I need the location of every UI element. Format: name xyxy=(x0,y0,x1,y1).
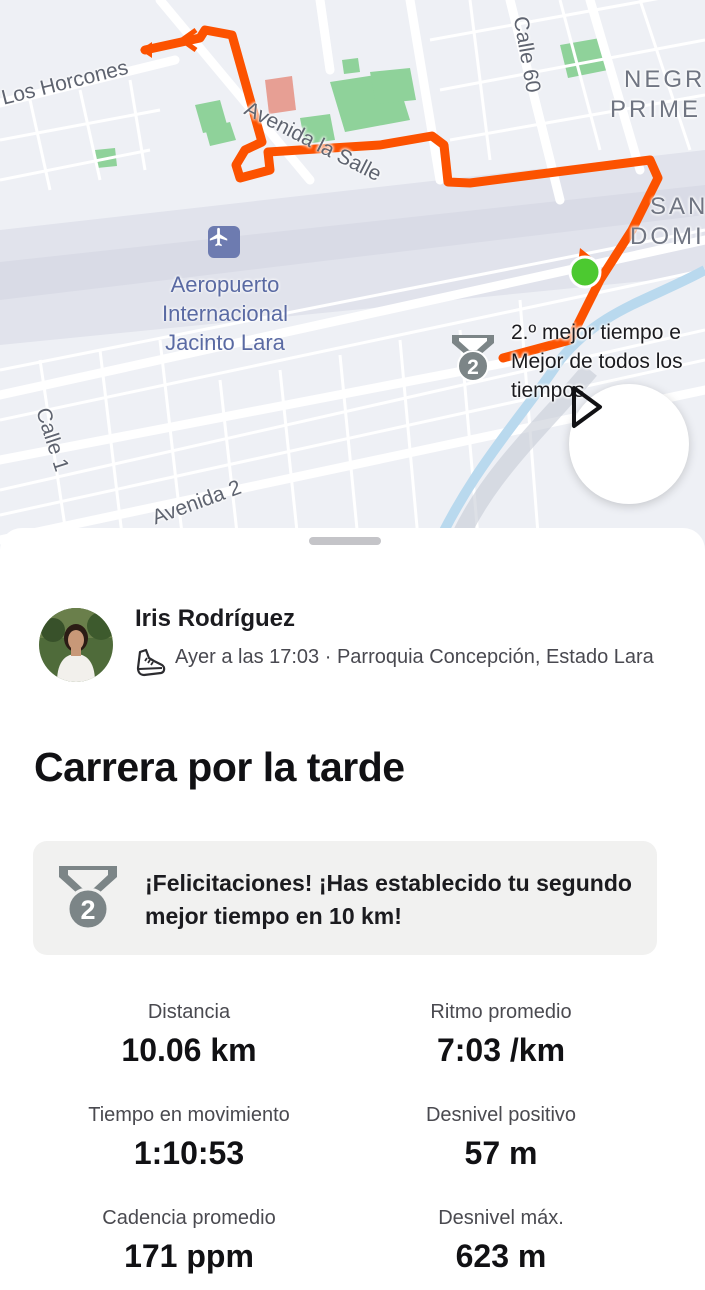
neighborhood-label: NEGR xyxy=(624,66,705,93)
stat-label: Tiempo en movimiento xyxy=(88,1104,290,1126)
stat-moving-time: Tiempo en movimiento 1:10:53 xyxy=(24,1103,354,1173)
activity-title: Carrera por la tarde xyxy=(34,744,405,790)
stat-label: Cadencia promedio xyxy=(102,1207,276,1229)
stat-value: 623 m xyxy=(455,1238,547,1274)
running-shoe-icon xyxy=(134,646,168,680)
stat-elevation-gain: Desnivel positivo 57 m xyxy=(336,1103,666,1173)
stat-value: 7:03 /km xyxy=(436,1032,566,1068)
medal-icon: 2 xyxy=(57,864,119,932)
start-marker xyxy=(568,255,602,289)
airport-name-line: Aeropuerto xyxy=(170,272,280,297)
stat-distance: Distancia 10.06 km xyxy=(24,1000,354,1070)
play-icon xyxy=(572,386,602,428)
airplane-icon xyxy=(208,226,240,258)
neighborhood-label: PRIME xyxy=(610,96,702,123)
stat-pace: Ritmo promedio 7:03 /km xyxy=(336,1000,666,1070)
neighborhood-label: DOMI xyxy=(630,223,705,250)
athlete-name[interactable]: Iris Rodríguez xyxy=(135,605,295,633)
stat-value: 1:10:53 xyxy=(133,1135,245,1171)
stat-cadence: Cadencia promedio 171 ppm xyxy=(24,1206,354,1276)
route-map[interactable]: Los Horcones Avenida la Salle Calle 60 C… xyxy=(0,0,705,560)
flyby-play-button[interactable] xyxy=(569,384,689,504)
stat-max-elevation: Desnivel máx. 623 m xyxy=(336,1206,666,1276)
route-arrow-end xyxy=(140,42,152,58)
activity-sheet: Iris Rodríguez Ayer a las 17:03 · Parroq… xyxy=(0,528,705,1290)
airport-name-line: Jacinto Lara xyxy=(165,330,285,355)
medal-rank: 2 xyxy=(467,356,479,379)
stat-value: 10.06 km xyxy=(121,1032,257,1068)
drag-handle[interactable] xyxy=(309,537,381,545)
stat-label: Desnivel positivo xyxy=(425,1104,577,1126)
stat-label: Ritmo promedio xyxy=(430,1001,572,1023)
stat-label: Desnivel máx. xyxy=(438,1207,564,1229)
avatar[interactable] xyxy=(39,608,113,682)
medal-rank: 2 xyxy=(80,895,95,925)
neighborhood-label: SAN xyxy=(650,193,705,220)
airport-label: Aeropuerto Internacional Jacinto Lara xyxy=(140,270,310,357)
stat-label: Distancia xyxy=(147,1001,231,1023)
achievement-banner[interactable]: 2 ¡Felicitaciones! ¡Has establecido tu s… xyxy=(33,841,657,955)
airport-name-line: Internacional xyxy=(162,301,288,326)
activity-meta: Ayer a las 17:03 · Parroquia Concepción,… xyxy=(175,646,654,668)
segment-note-line: 2.º mejor tiempo e xyxy=(511,321,681,344)
stat-value: 171 ppm xyxy=(124,1238,254,1274)
segment-note-line: Mejor de todos los xyxy=(511,350,683,373)
achievement-text: ¡Felicitaciones! ¡Has establecido tu seg… xyxy=(145,870,632,929)
segment-medal-icon: 2 xyxy=(450,333,496,383)
stat-value: 57 m xyxy=(464,1135,538,1171)
